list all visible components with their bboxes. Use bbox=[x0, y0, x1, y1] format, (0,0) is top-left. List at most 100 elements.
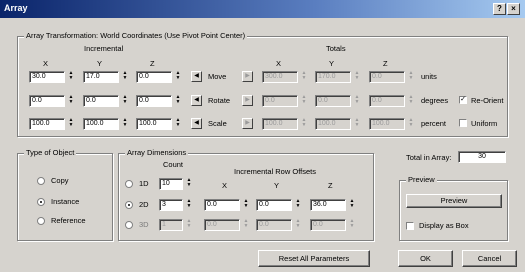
move-incremental-z-value[interactable]: 0.0 bbox=[136, 71, 172, 83]
spinner-arrows-icon[interactable]: ▲ ▼ bbox=[408, 95, 414, 107]
spinner-arrows-icon[interactable]: ▲ ▼ bbox=[349, 219, 355, 231]
move-incremental-z[interactable]: 0.0 ▲ ▼ bbox=[136, 71, 182, 83]
scale-total-y-value[interactable]: 100.0 bbox=[315, 118, 351, 130]
dimension-3d-offset-z[interactable]: 0.0 ▲ ▼ bbox=[310, 219, 356, 231]
dimension-2d-offset-z[interactable]: 36.0 ▲ ▼ bbox=[310, 199, 356, 211]
re-orient-checkbox[interactable]: ✓ bbox=[459, 96, 467, 104]
move-right-arrow-icon[interactable]: ▶ bbox=[242, 71, 253, 82]
dimension-3d-count[interactable]: 1 ▲ ▼ bbox=[159, 219, 193, 231]
spinner-arrows-icon[interactable]: ▲ ▼ bbox=[68, 71, 74, 83]
spinner-arrows-icon[interactable]: ▲ ▼ bbox=[295, 219, 301, 231]
spinner-arrows-icon[interactable]: ▲ ▼ bbox=[243, 219, 249, 231]
move-total-z[interactable]: 0.0 ▲ ▼ bbox=[369, 71, 415, 83]
spinner-arrows-icon[interactable]: ▲ ▼ bbox=[122, 118, 128, 130]
type-instance-radio[interactable] bbox=[37, 198, 45, 206]
scale-left-arrow-icon[interactable]: ◀ bbox=[191, 118, 202, 129]
dimension-2d-offset-x-value[interactable]: 0.0 bbox=[204, 199, 240, 211]
rotate-incremental-y-value[interactable]: 0.0 bbox=[83, 95, 119, 107]
spinner-arrows-icon[interactable]: ▲ ▼ bbox=[68, 118, 74, 130]
scale-total-y[interactable]: 100.0 ▲ ▼ bbox=[315, 118, 361, 130]
scale-total-z[interactable]: 100.0 ▲ ▼ bbox=[369, 118, 415, 130]
spinner-arrows-icon[interactable]: ▲ ▼ bbox=[186, 199, 192, 211]
title-bar[interactable]: Array ? × bbox=[0, 0, 525, 18]
dimension-2d-count[interactable]: 3 ▲ ▼ bbox=[159, 199, 193, 211]
rotate-left-arrow-icon[interactable]: ◀ bbox=[191, 95, 202, 106]
spinner-arrows-icon[interactable]: ▲ ▼ bbox=[301, 118, 307, 130]
rotate-incremental-x-value[interactable]: 0.0 bbox=[29, 95, 65, 107]
spinner-arrows-icon[interactable]: ▲ ▼ bbox=[243, 199, 249, 211]
cancel-button[interactable]: Cancel bbox=[462, 250, 517, 267]
dimension-1d-count-value[interactable]: 10 bbox=[159, 178, 183, 190]
move-incremental-x-value[interactable]: 30.0 bbox=[29, 71, 65, 83]
rotate-incremental-z[interactable]: 0.0 ▲ ▼ bbox=[136, 95, 182, 107]
preview-button[interactable]: Preview bbox=[406, 194, 502, 208]
scale-total-x-value[interactable]: 100.0 bbox=[262, 118, 298, 130]
dimension-2d-offset-y-value[interactable]: 0.0 bbox=[256, 199, 292, 211]
move-total-x[interactable]: 300.0 ▲ ▼ bbox=[262, 71, 308, 83]
spinner-arrows-icon[interactable]: ▲ ▼ bbox=[301, 71, 307, 83]
display-as-box-checkbox[interactable] bbox=[406, 222, 414, 230]
spinner-arrows-icon[interactable]: ▲ ▼ bbox=[175, 71, 181, 83]
move-total-x-value[interactable]: 300.0 bbox=[262, 71, 298, 83]
move-incremental-y-value[interactable]: 17.0 bbox=[83, 71, 119, 83]
type-copy-radio[interactable] bbox=[37, 177, 45, 185]
spinner-arrows-icon[interactable]: ▲ ▼ bbox=[175, 118, 181, 130]
dimension-3d-offset-x-value[interactable]: 0.0 bbox=[204, 219, 240, 231]
rotate-total-x[interactable]: 0.0 ▲ ▼ bbox=[262, 95, 308, 107]
scale-incremental-z-value[interactable]: 100.0 bbox=[136, 118, 172, 130]
spinner-arrows-icon[interactable]: ▲ ▼ bbox=[354, 71, 360, 83]
dimension-3d-offset-y[interactable]: 0.0 ▲ ▼ bbox=[256, 219, 302, 231]
dimension-3d-offset-z-value[interactable]: 0.0 bbox=[310, 219, 346, 231]
move-left-arrow-icon[interactable]: ◀ bbox=[191, 71, 202, 82]
dimension-2d-radio[interactable] bbox=[125, 201, 133, 209]
spinner-arrows-icon[interactable]: ▲ ▼ bbox=[122, 95, 128, 107]
rotate-total-y-value[interactable]: 0.0 bbox=[315, 95, 351, 107]
rotate-incremental-z-value[interactable]: 0.0 bbox=[136, 95, 172, 107]
move-total-y-value[interactable]: 170.0 bbox=[315, 71, 351, 83]
scale-incremental-z[interactable]: 100.0 ▲ ▼ bbox=[136, 118, 182, 130]
scale-incremental-y-value[interactable]: 100.0 bbox=[83, 118, 119, 130]
spinner-arrows-icon[interactable]: ▲ ▼ bbox=[68, 95, 74, 107]
close-button[interactable]: × bbox=[507, 3, 520, 15]
spinner-arrows-icon[interactable]: ▲ ▼ bbox=[301, 95, 307, 107]
spinner-arrows-icon[interactable]: ▲ ▼ bbox=[354, 95, 360, 107]
scale-incremental-x-value[interactable]: 100.0 bbox=[29, 118, 65, 130]
dimension-2d-offset-x[interactable]: 0.0 ▲ ▼ bbox=[204, 199, 250, 211]
type-reference-radio[interactable] bbox=[37, 217, 45, 225]
spinner-arrows-icon[interactable]: ▲ ▼ bbox=[186, 178, 192, 190]
scale-incremental-x[interactable]: 100.0 ▲ ▼ bbox=[29, 118, 75, 130]
spinner-arrows-icon[interactable]: ▲ ▼ bbox=[186, 219, 192, 231]
spinner-arrows-icon[interactable]: ▲ ▼ bbox=[122, 71, 128, 83]
move-incremental-x[interactable]: 30.0 ▲ ▼ bbox=[29, 71, 75, 83]
dimension-2d-count-value[interactable]: 3 bbox=[159, 199, 183, 211]
dimension-3d-radio[interactable] bbox=[125, 221, 133, 229]
spinner-arrows-icon[interactable]: ▲ ▼ bbox=[295, 199, 301, 211]
dimension-2d-offset-z-value[interactable]: 36.0 bbox=[310, 199, 346, 211]
dimension-3d-offset-x[interactable]: 0.0 ▲ ▼ bbox=[204, 219, 250, 231]
scale-total-z-value[interactable]: 100.0 bbox=[369, 118, 405, 130]
rotate-incremental-y[interactable]: 0.0 ▲ ▼ bbox=[83, 95, 129, 107]
spinner-arrows-icon[interactable]: ▲ ▼ bbox=[175, 95, 181, 107]
scale-total-x[interactable]: 100.0 ▲ ▼ bbox=[262, 118, 308, 130]
move-incremental-y[interactable]: 17.0 ▲ ▼ bbox=[83, 71, 129, 83]
scale-incremental-y[interactable]: 100.0 ▲ ▼ bbox=[83, 118, 129, 130]
rotate-incremental-x[interactable]: 0.0 ▲ ▼ bbox=[29, 95, 75, 107]
move-total-y[interactable]: 170.0 ▲ ▼ bbox=[315, 71, 361, 83]
help-button[interactable]: ? bbox=[493, 3, 506, 15]
ok-button[interactable]: OK bbox=[398, 250, 453, 267]
spinner-arrows-icon[interactable]: ▲ ▼ bbox=[408, 118, 414, 130]
dimension-3d-count-value[interactable]: 1 bbox=[159, 219, 183, 231]
dimension-1d-count[interactable]: 10 ▲ ▼ bbox=[159, 178, 193, 190]
dimension-2d-offset-y[interactable]: 0.0 ▲ ▼ bbox=[256, 199, 302, 211]
rotate-right-arrow-icon[interactable]: ▶ bbox=[242, 95, 253, 106]
rotate-total-z[interactable]: 0.0 ▲ ▼ bbox=[369, 95, 415, 107]
spinner-arrows-icon[interactable]: ▲ ▼ bbox=[354, 118, 360, 130]
spinner-arrows-icon[interactable]: ▲ ▼ bbox=[349, 199, 355, 211]
move-total-z-value[interactable]: 0.0 bbox=[369, 71, 405, 83]
reset-all-parameters-button[interactable]: Reset All Parameters bbox=[258, 250, 370, 267]
dimension-3d-offset-y-value[interactable]: 0.0 bbox=[256, 219, 292, 231]
scale-right-arrow-icon[interactable]: ▶ bbox=[242, 118, 253, 129]
spinner-arrows-icon[interactable]: ▲ ▼ bbox=[408, 71, 414, 83]
rotate-total-z-value[interactable]: 0.0 bbox=[369, 95, 405, 107]
uniform-checkbox[interactable] bbox=[459, 119, 467, 127]
